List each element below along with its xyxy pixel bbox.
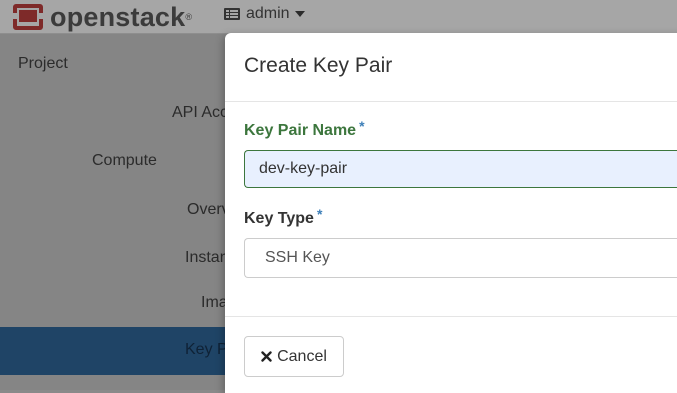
top-navbar: openstack ® admin <box>0 0 677 34</box>
sidebar-item-images[interactable]: Ima <box>201 294 228 312</box>
required-asterisk: * <box>316 206 323 222</box>
footer-divider <box>225 316 677 317</box>
key-pair-name-label: Key Pair Name * <box>244 118 365 140</box>
sidebar-item-key-pairs[interactable]: Key P <box>185 341 228 359</box>
key-type-selected-value: SSH Key <box>265 249 330 266</box>
project-selector[interactable]: admin <box>224 5 305 23</box>
key-type-select[interactable]: SSH Key <box>244 238 677 278</box>
key-type-label-text: Key Type <box>244 210 314 227</box>
sidebar: Project API Acc Compute Overv Instan Ima… <box>0 34 260 390</box>
openstack-logo-icon <box>10 2 46 32</box>
sidebar-item-compute[interactable]: Compute <box>92 152 157 170</box>
sidebar-item-instances[interactable]: Instan <box>185 249 229 267</box>
sidebar-item-overview[interactable]: Overv <box>187 201 230 219</box>
brand-name: openstack <box>50 2 186 32</box>
brand-registered-mark: ® <box>185 12 192 22</box>
openstack-logo[interactable]: openstack ® <box>10 2 192 32</box>
header-divider <box>225 101 677 102</box>
cancel-button-label: Cancel <box>277 347 327 365</box>
key-pair-name-label-text: Key Pair Name <box>244 122 357 139</box>
sidebar-item-project[interactable]: Project <box>18 55 68 73</box>
required-asterisk: * <box>359 118 365 134</box>
key-pair-name-input[interactable] <box>244 150 677 188</box>
cancel-button[interactable]: Cancel <box>244 336 344 377</box>
caret-down-icon <box>294 11 305 17</box>
modal-title: Create Key Pair <box>244 54 393 77</box>
sidebar-item-api-access[interactable]: API Acc <box>172 104 228 122</box>
create-key-pair-modal: Create Key Pair Key Pair Name* Key Type*… <box>225 33 677 393</box>
project-name: admin <box>246 5 290 22</box>
project-grid-icon <box>224 8 240 20</box>
key-type-label: Key Type * <box>244 206 322 228</box>
close-x-icon <box>261 351 272 362</box>
